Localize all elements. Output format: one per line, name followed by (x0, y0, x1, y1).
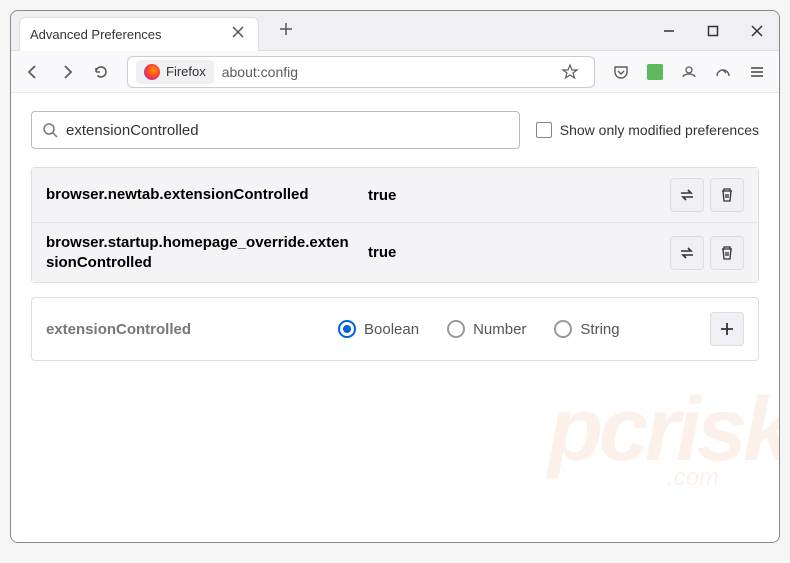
search-input[interactable] (66, 122, 509, 139)
minimize-button[interactable] (647, 11, 691, 51)
preference-name: browser.newtab.extensionControlled (46, 185, 356, 205)
close-window-button[interactable] (735, 11, 779, 51)
radio-label: String (580, 321, 619, 338)
radio-string[interactable]: String (554, 320, 619, 338)
account-button[interactable] (673, 56, 705, 88)
window-controls (647, 11, 779, 51)
back-button[interactable] (17, 56, 49, 88)
reload-button[interactable] (85, 56, 117, 88)
preference-name: browser.startup.homepage_override.extens… (46, 233, 356, 272)
preference-actions (670, 178, 744, 212)
radio-label: Boolean (364, 321, 419, 338)
browser-tab[interactable]: Advanced Preferences (19, 17, 259, 51)
close-icon (232, 26, 244, 38)
delete-button[interactable] (710, 236, 744, 270)
new-preference-row: extensionControlled Boolean Number Strin… (31, 297, 759, 361)
minimize-icon (663, 25, 675, 37)
delete-button[interactable] (710, 178, 744, 212)
show-modified-checkbox[interactable]: Show only modified preferences (536, 122, 759, 138)
checkbox-label: Show only modified preferences (560, 122, 759, 138)
preference-value: true (368, 244, 658, 261)
arrow-left-icon (24, 63, 42, 81)
toggle-icon (678, 244, 696, 262)
preference-row[interactable]: browser.newtab.extensionControlled true (32, 168, 758, 222)
radio-label: Number (473, 321, 526, 338)
page-content: Show only modified preferences browser.n… (11, 93, 779, 542)
tab-bar: Advanced Preferences (11, 11, 779, 51)
plus-icon (279, 22, 293, 36)
menu-button[interactable] (741, 56, 773, 88)
downloads-button[interactable] (707, 56, 739, 88)
search-icon (42, 122, 58, 138)
radio-icon (338, 320, 356, 338)
star-icon (561, 63, 579, 81)
speedometer-icon (714, 63, 732, 81)
toolbar-actions (605, 56, 773, 88)
identity-box[interactable]: Firefox (136, 60, 214, 84)
radio-icon (447, 320, 465, 338)
new-tab-button[interactable] (271, 15, 301, 46)
maximize-icon (707, 25, 719, 37)
search-box[interactable] (31, 111, 520, 149)
preference-value: true (368, 187, 658, 204)
hamburger-icon (748, 63, 766, 81)
trash-icon (719, 245, 735, 261)
close-tab-button[interactable] (228, 23, 248, 45)
bookmark-button[interactable] (554, 56, 586, 88)
firefox-icon (144, 64, 160, 80)
tab-title: Advanced Preferences (30, 27, 162, 42)
radio-number[interactable]: Number (447, 320, 526, 338)
identity-label: Firefox (166, 64, 206, 79)
preference-row[interactable]: browser.startup.homepage_override.extens… (32, 222, 758, 282)
nav-toolbar: Firefox about:config (11, 51, 779, 93)
extension-icon (647, 64, 663, 80)
preference-list: browser.newtab.extensionControlled true … (31, 167, 759, 283)
account-icon (680, 63, 698, 81)
pocket-icon (612, 63, 630, 81)
type-radio-group: Boolean Number String (338, 320, 698, 338)
search-row: Show only modified preferences (31, 111, 759, 149)
close-icon (750, 24, 764, 38)
pocket-button[interactable] (605, 56, 637, 88)
preference-actions (670, 236, 744, 270)
radio-boolean[interactable]: Boolean (338, 320, 419, 338)
extension-button[interactable] (639, 56, 671, 88)
arrow-right-icon (58, 63, 76, 81)
forward-button[interactable] (51, 56, 83, 88)
add-button[interactable] (710, 312, 744, 346)
toggle-button[interactable] (670, 178, 704, 212)
radio-icon (554, 320, 572, 338)
maximize-button[interactable] (691, 11, 735, 51)
browser-window: Advanced Preferences Firefox about:confi… (10, 10, 780, 543)
trash-icon (719, 187, 735, 203)
toggle-button[interactable] (670, 236, 704, 270)
new-preference-name: extensionControlled (46, 321, 326, 338)
toggle-icon (678, 186, 696, 204)
checkbox-icon (536, 122, 552, 138)
url-bar[interactable]: Firefox about:config (127, 56, 595, 88)
url-text: about:config (222, 64, 546, 80)
reload-icon (92, 63, 110, 81)
plus-icon (719, 321, 735, 337)
